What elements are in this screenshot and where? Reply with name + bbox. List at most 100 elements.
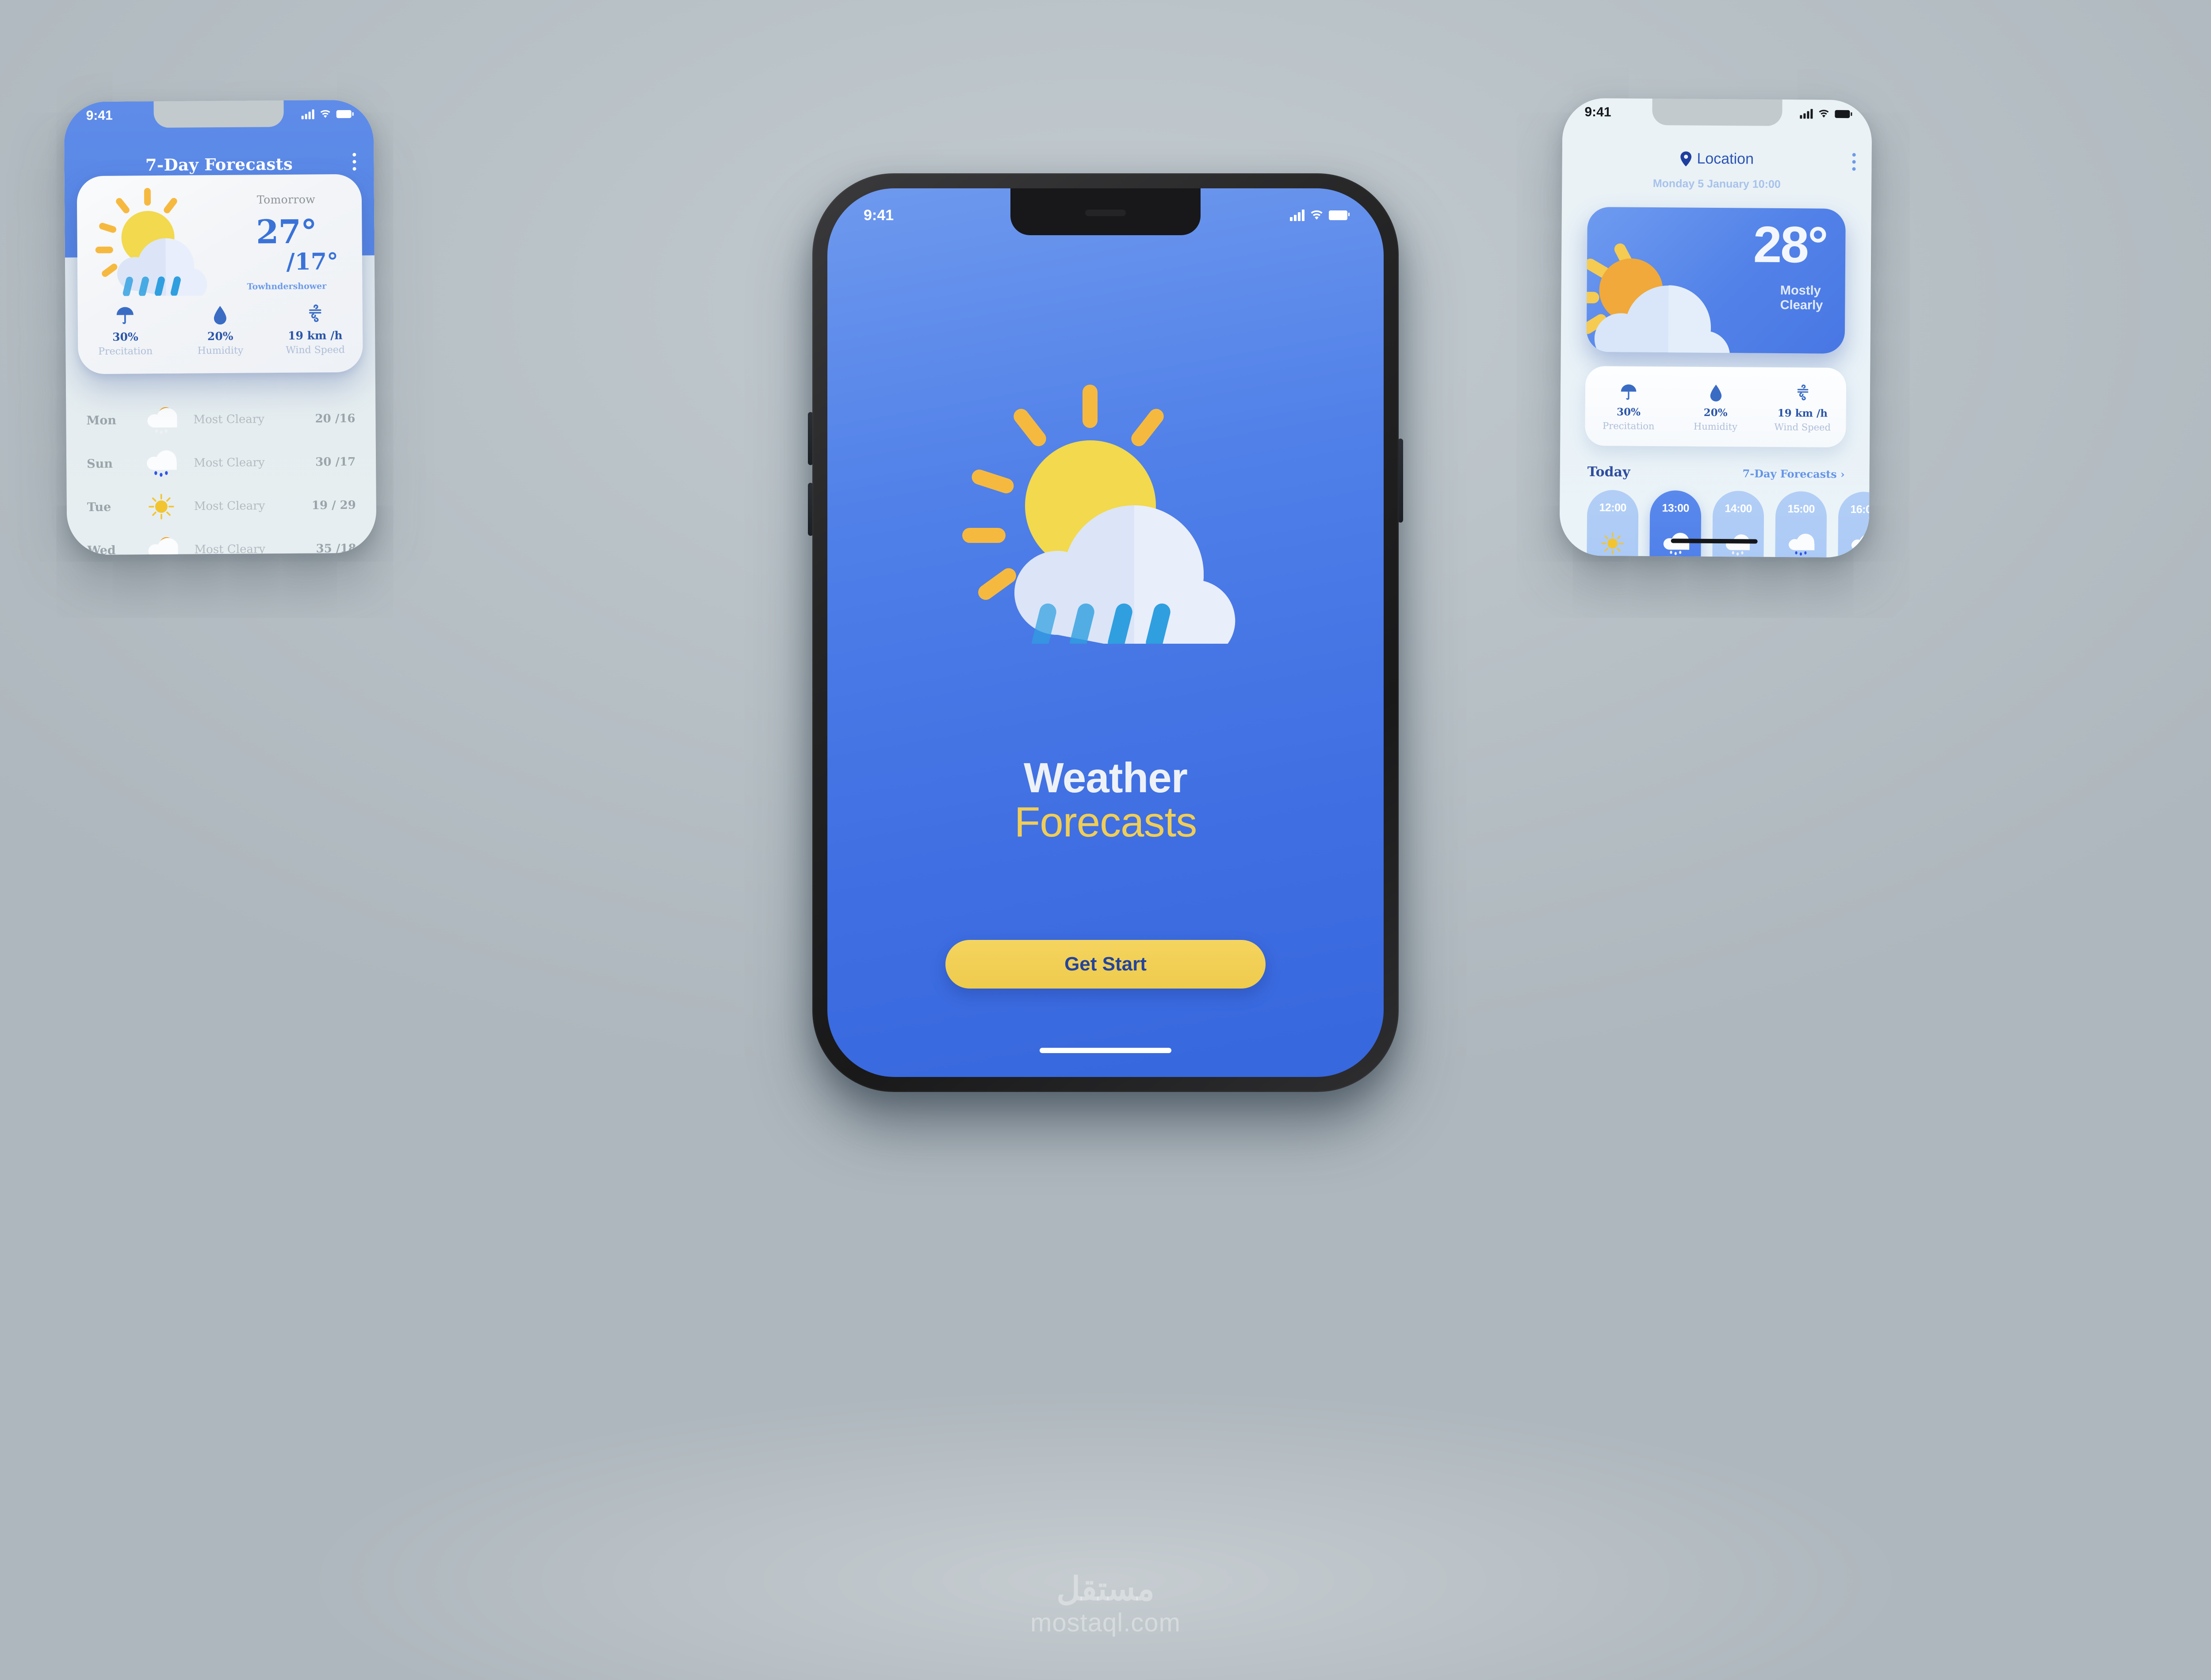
metric-value: 20% (1703, 406, 1728, 419)
row-temps: 35 /18 (316, 542, 356, 555)
status-bar-home: 9:41 (1562, 98, 1872, 129)
row-day: Tue (87, 500, 111, 514)
watermark-arabic: مستقل (1056, 1570, 1155, 1607)
cloud-rain-icon (134, 450, 187, 477)
hero-high-temp: 27° (256, 213, 317, 252)
status-bar-forecast: 9:41 (64, 100, 373, 130)
list-item[interactable]: 15:00 25° (1775, 491, 1827, 558)
current-weather-card[interactable]: 28° Mostly Clearly (1586, 206, 1846, 354)
table-row[interactable]: Mon Most Cleary 20 /16 (66, 397, 376, 443)
metric-value: 30% (1616, 405, 1641, 418)
sun-cloud-rain-icon (1661, 531, 1690, 557)
metric-wind-speed: 19 km /h Wind Speed (268, 304, 363, 356)
metric-label: Precitation (98, 346, 153, 357)
table-row[interactable]: Sun Most Cleary 30 /17 (66, 440, 376, 486)
sun-cloud-drizzle-icon (135, 536, 188, 555)
sun-cloud-rain-icon (827, 378, 1384, 644)
home-indicator[interactable] (1671, 538, 1758, 544)
hero-condition: Towhndershower (247, 281, 327, 292)
status-time: 9:41 (864, 206, 894, 224)
brand-line-1: Weather (1023, 754, 1188, 802)
list-item[interactable]: 12:00 28° (1586, 489, 1639, 558)
row-temps: 30 /17 (315, 455, 356, 469)
condition-line-2: Clearly (1780, 298, 1823, 313)
row-condition: Most Cleary (194, 542, 266, 555)
wind-icon (268, 304, 363, 325)
wind-icon (1759, 382, 1846, 403)
hour-time: 13:00 (1662, 502, 1689, 515)
cloud-rain-icon (1786, 532, 1815, 557)
hero-metrics-row: 30% Precitation 20% Humidity 19 km /h Wi… (78, 304, 363, 357)
metric-humidity: 20% Humidity (172, 305, 268, 356)
row-day: Sun (87, 457, 113, 471)
kebab-menu-icon[interactable] (1852, 153, 1856, 171)
sun-icon (1600, 531, 1625, 556)
list-item[interactable]: 13:00 27° (1649, 490, 1702, 558)
wifi-icon (1310, 210, 1324, 221)
wifi-icon (320, 110, 331, 118)
sun-icon (135, 493, 188, 521)
list-item[interactable]: 16:00 25° (1837, 491, 1872, 558)
phone-home-screen: 9:41 Location Monday 5 January 10:00 28°… (1559, 98, 1872, 558)
hero-summary: Tomorrow 27° /17° Towhndershower (231, 193, 342, 292)
row-condition: Most Cleary (194, 456, 265, 470)
metric-precipitation: 30% Precitation (78, 305, 173, 357)
kebab-menu-icon[interactable] (352, 153, 356, 171)
row-condition: Most Cleary (194, 499, 265, 513)
page-title: 7-Day Forecasts (145, 154, 293, 175)
battery-icon (1835, 110, 1850, 118)
hour-time: 16:00 (1850, 503, 1872, 516)
hero-low-temp: /17° (286, 248, 339, 276)
sun-cloud-icon (1586, 232, 1731, 354)
hero-day-label: Tomorrow (256, 193, 316, 206)
get-start-button[interactable]: Get Start (945, 940, 1266, 989)
signal-bars-icon (301, 109, 314, 119)
row-temps: 19 / 29 (311, 498, 356, 512)
status-time: 9:41 (86, 108, 113, 123)
row-day: Wed (87, 543, 116, 555)
forecast-screen: 9:41 7-Day Forecasts Tomorrow 27° /17° T… (64, 99, 377, 555)
signal-bars-icon (1290, 210, 1304, 221)
today-section-header: Today 7-Day Forecasts › (1587, 464, 1845, 481)
droplet-icon (172, 305, 268, 325)
metric-value: 19 km /h (1777, 407, 1828, 420)
seven-day-link[interactable]: 7-Day Forecasts › (1742, 467, 1844, 481)
watermark: مستقل mostaql.com (1030, 1573, 1181, 1638)
metric-precipitation: 30% Precitation (1585, 381, 1672, 431)
home-indicator[interactable] (1040, 1048, 1171, 1053)
splash-screen: 9:41 Weather Forecasts Get Start (827, 188, 1384, 1077)
metric-label: Wind Speed (1774, 421, 1831, 433)
metric-label: Humidity (197, 345, 244, 357)
current-condition: Mostly Clearly (1780, 283, 1823, 313)
row-day: Mon (86, 413, 117, 428)
home-metrics-row: 30% Precitation 20% Humidity 19 km /h Wi… (1585, 366, 1847, 448)
sun-cloud-rain-icon (1724, 531, 1752, 557)
hourly-forecast-list[interactable]: 12:00 28° 13:00 27° 14:00 27° (1586, 489, 1872, 558)
table-row[interactable]: Wed Most Cleary 35 /18 (67, 527, 376, 555)
battery-icon (1329, 210, 1350, 220)
current-datetime: Monday 5 January 10:00 (1653, 177, 1781, 191)
list-item[interactable]: 14:00 27° (1712, 490, 1764, 558)
row-condition: Most Cleary (193, 412, 265, 427)
table-row[interactable]: Tue Most Cleary 19 / 29 (66, 484, 376, 529)
home-screen: 9:41 Location Monday 5 January 10:00 28°… (1559, 98, 1872, 558)
metric-value: 19 km /h (288, 329, 343, 342)
cloud-rain-icon (1849, 532, 1872, 558)
phone-forecast-screen: 9:41 7-Day Forecasts Tomorrow 27° /17° T… (64, 99, 377, 555)
hero-weather-card[interactable]: Tomorrow 27° /17° Towhndershower 30% Pre… (77, 174, 363, 374)
metric-label: Humidity (1693, 421, 1737, 432)
brand-line-2: Forecasts (1014, 798, 1197, 846)
current-temperature: 28° (1753, 215, 1827, 274)
metric-value: 30% (112, 330, 138, 344)
brand-wordmark: Weather Forecasts (827, 756, 1384, 845)
hour-time: 14:00 (1725, 502, 1752, 515)
phone-splash-screen: 9:41 Weather Forecasts Get Start (808, 173, 1403, 1092)
sun-cloud-rain-icon (92, 185, 217, 297)
signal-bars-icon (1800, 109, 1813, 119)
metric-label: Wind Speed (286, 344, 345, 356)
hour-time: 15:00 (1787, 503, 1815, 515)
watermark-latin: mostaql.com (1030, 1608, 1181, 1637)
today-title: Today (1587, 464, 1630, 480)
location-header[interactable]: Location Monday 5 January 10:00 (1562, 149, 1872, 191)
battery-icon (336, 110, 352, 118)
